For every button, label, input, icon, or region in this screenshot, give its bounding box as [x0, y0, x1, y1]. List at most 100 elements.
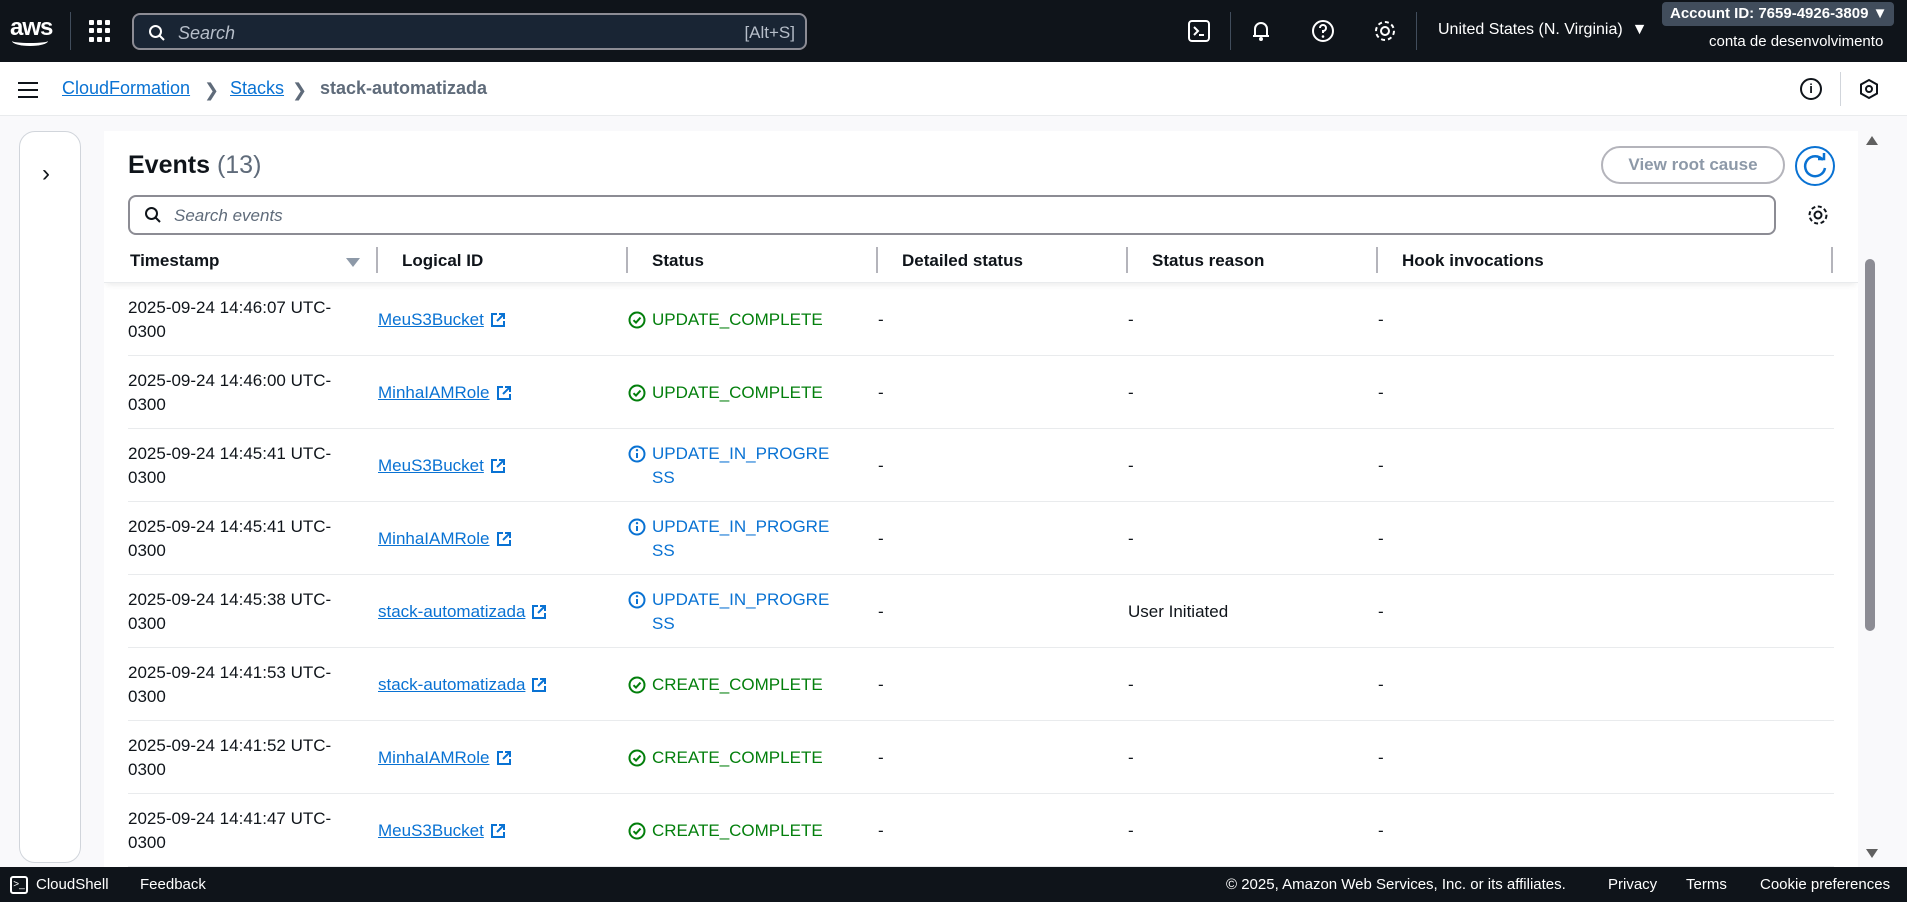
logical-id-text: MeuS3Bucket: [378, 455, 484, 475]
success-check-icon: [628, 749, 646, 766]
logical-id-cell: MeuS3Bucket: [378, 283, 506, 356]
logical-id-link[interactable]: MinhaIAMRole: [378, 746, 512, 770]
timestamp-cell: 2025-09-24 14:41:53 UTC- 0300: [128, 648, 358, 721]
hook-invocations-cell: -: [1378, 820, 1384, 840]
hook-invocations-cell: -: [1378, 455, 1384, 475]
status-cell: UPDATE_IN_PROGRE SS: [628, 575, 830, 648]
scroll-down-arrow-icon[interactable]: [1866, 849, 1878, 858]
status-cell: CREATE_COMPLETE: [628, 648, 828, 721]
status-cell: UPDATE_IN_PROGRE SS: [628, 429, 829, 502]
hexagon-settings-icon[interactable]: [1858, 78, 1880, 100]
col-header-status-reason[interactable]: Status reason: [1152, 251, 1264, 271]
events-heading: Events (13): [128, 151, 261, 180]
logical-id-cell: MeuS3Bucket: [378, 794, 506, 867]
column-resizer[interactable]: [1376, 247, 1378, 273]
cloudshell-icon[interactable]: [1186, 18, 1212, 44]
footer-cloudshell-link[interactable]: CloudShell: [36, 876, 109, 893]
column-resizer[interactable]: [1831, 247, 1833, 273]
status-indicator: CREATE_COMPLETE: [628, 746, 823, 770]
notifications-bell-icon[interactable]: [1248, 18, 1274, 44]
timestamp-offset: 0300: [128, 321, 166, 341]
footer-terms-link[interactable]: Terms: [1686, 876, 1727, 893]
logical-id-link[interactable]: stack-automatizada: [378, 600, 547, 624]
hook-invocations-cell: -: [1378, 309, 1384, 329]
timestamp-offset: 0300: [128, 759, 166, 779]
col-header-timestamp[interactable]: Timestamp: [130, 251, 219, 271]
status-text: CREATE_COMPLETE: [652, 747, 823, 767]
hook-invocations-cell: -: [1378, 747, 1384, 767]
menu-hamburger-icon[interactable]: [18, 82, 38, 98]
column-resizer[interactable]: [376, 247, 378, 273]
detailed-status-cell: -: [878, 674, 884, 694]
region-selector[interactable]: United States (N. Virginia) ▼: [1438, 21, 1647, 39]
col-header-hook-invocations[interactable]: Hook invocations: [1402, 251, 1544, 271]
aws-logo[interactable]: aws: [10, 14, 53, 48]
logical-id-link[interactable]: MinhaIAMRole: [378, 381, 512, 405]
status-text: UPDATE_COMPLETE: [652, 382, 823, 402]
top-navigation: aws Search [Alt+S] United States (N. Vir…: [0, 0, 1907, 62]
logical-id-link[interactable]: MeuS3Bucket: [378, 454, 506, 478]
logical-id-link[interactable]: stack-automatizada: [378, 673, 547, 697]
expand-panel-chevron-icon[interactable]: ›: [42, 160, 50, 188]
refresh-button[interactable]: [1795, 146, 1835, 186]
footer-copyright: © 2025, Amazon Web Services, Inc. or its…: [1226, 876, 1566, 893]
logical-id-link[interactable]: MeuS3Bucket: [378, 308, 506, 332]
search-shortcut: [Alt+S]: [744, 23, 795, 42]
chevron-right-icon: ❯: [204, 80, 220, 100]
col-header-logical-id[interactable]: Logical ID: [402, 251, 483, 271]
account-menu[interactable]: Account ID: 7659-4926-3809 ▼: [1662, 2, 1894, 26]
external-link-icon: [490, 458, 505, 473]
caret-down-icon: ▼: [1872, 5, 1888, 22]
hook-invocations-cell: -: [1378, 601, 1384, 621]
sort-descending-icon[interactable]: [346, 258, 360, 267]
timestamp-offset: 0300: [128, 832, 166, 852]
footer: >_ CloudShell Feedback © 2025, Amazon We…: [0, 867, 1907, 902]
info-status-icon: [628, 591, 646, 608]
status-reason-cell: -: [1128, 382, 1134, 402]
footer-cookie-preferences-link[interactable]: Cookie preferences: [1760, 876, 1890, 893]
info-status-icon: [628, 445, 646, 462]
logical-id-link[interactable]: MinhaIAMRole: [378, 527, 512, 551]
status-reason-cell: User Initiated: [1128, 601, 1229, 621]
timestamp-offset: 0300: [128, 540, 166, 560]
settings-gear-icon[interactable]: [1372, 18, 1398, 44]
footer-feedback-link[interactable]: Feedback: [140, 876, 206, 893]
status-text: UPDATE_COMPLETE: [652, 309, 823, 329]
logical-id-link[interactable]: MeuS3Bucket: [378, 819, 506, 843]
table-row: 2025-09-24 14:46:00 UTC- 0300 MinhaIAMRole…: [128, 356, 1834, 429]
table-row: 2025-09-24 14:45:41 UTC- 0300 MeuS3Bucket U…: [128, 429, 1834, 502]
column-resizer[interactable]: [876, 247, 878, 273]
table-row: 2025-09-24 14:41:53 UTC- 0300 stack-automa…: [128, 648, 1834, 721]
search-events-input[interactable]: Search events: [128, 195, 1776, 235]
table-preferences-gear-icon[interactable]: [1806, 203, 1830, 227]
scroll-up-arrow-icon[interactable]: [1866, 136, 1878, 145]
breadcrumb-bar: CloudFormation ❯ Stacks ❯ stack-automati…: [0, 62, 1907, 116]
success-check-icon: [628, 311, 646, 328]
footer-privacy-link[interactable]: Privacy: [1608, 876, 1657, 893]
col-header-detailed-status[interactable]: Detailed status: [902, 251, 1023, 271]
view-root-cause-button[interactable]: View root cause: [1601, 146, 1785, 184]
logical-id-cell: stack-automatizada: [378, 648, 547, 721]
status-cell: UPDATE_IN_PROGRE SS: [628, 502, 829, 575]
status-text: UPDATE_IN_PROGRE: [652, 589, 830, 609]
status-text: CREATE_COMPLETE: [652, 820, 823, 840]
breadcrumb-stacks[interactable]: Stacks: [230, 78, 284, 99]
global-search-input[interactable]: Search [Alt+S]: [132, 13, 807, 50]
info-icon[interactable]: i: [1800, 78, 1822, 100]
cloudshell-icon[interactable]: >_: [10, 876, 28, 894]
detailed-status-cell: -: [878, 382, 884, 402]
breadcrumb-cloudformation[interactable]: CloudFormation: [62, 78, 190, 99]
detailed-status-cell: -: [878, 309, 884, 329]
column-resizer[interactable]: [1126, 247, 1128, 273]
column-resizer[interactable]: [626, 247, 628, 273]
col-header-status[interactable]: Status: [652, 251, 704, 271]
services-grid-icon[interactable]: [89, 20, 111, 42]
external-link-icon: [532, 604, 547, 619]
page-scrollbar[interactable]: [1862, 131, 1878, 863]
timestamp-text: 2025-09-24 14:46:07 UTC-: [128, 297, 332, 317]
help-icon[interactable]: [1310, 18, 1336, 44]
caret-down-icon: ▼: [1627, 21, 1648, 38]
timestamp-cell: 2025-09-24 14:41:52 UTC- 0300: [128, 721, 358, 794]
scroll-thumb[interactable]: [1865, 259, 1875, 631]
logical-id-text: MinhaIAMRole: [378, 382, 490, 402]
